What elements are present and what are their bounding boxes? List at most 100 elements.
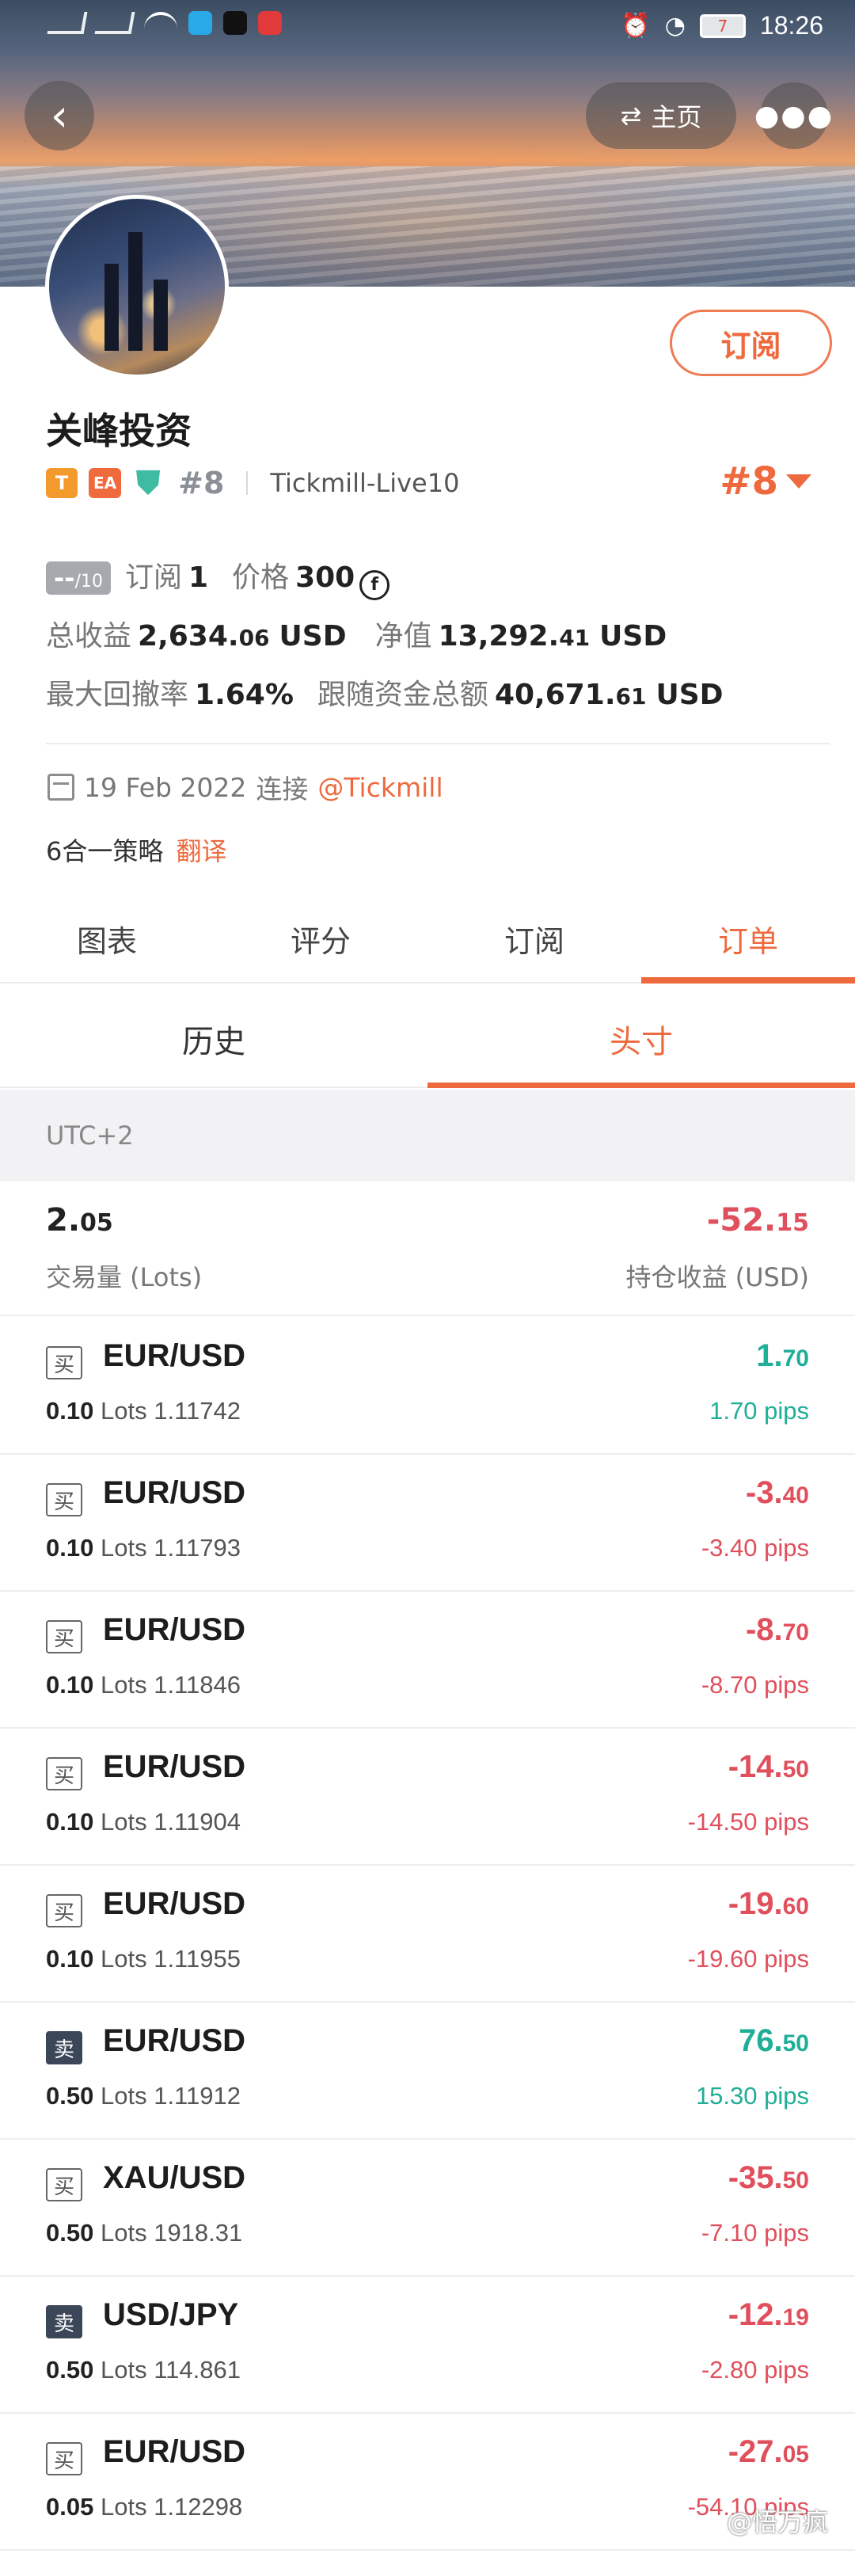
tab-subscribe[interactable]: 订阅 [428,907,641,982]
position-open-price: 1918.31 [154,2219,243,2247]
position-symbol: EUR/USD [103,1749,246,1784]
position-pnl-dec: 50 [782,1756,809,1783]
badge-ea: EA [89,468,122,498]
position-row[interactable]: 买 EUR/USD 0.10 Lots 1.11846 -8.70 -8.70 pips [0,1592,855,1729]
open-pnl-dec: 15 [776,1209,809,1237]
side-badge: 买 [46,1620,82,1653]
position-pnl: -12.19 [728,2297,809,2333]
side-badge: 卖 [46,2305,82,2338]
position-lots: 0.10 [46,1671,94,1699]
subtab-history[interactable]: 历史 [0,1003,428,1086]
avatar-building [128,232,142,351]
side-badge: 买 [46,1894,82,1927]
open-pnl-main: -52. [706,1202,777,1239]
position-detail: 0.50 Lots 114.861 [46,2356,241,2384]
rank-dropdown[interactable]: #8 [720,459,811,504]
position-lots: 0.50 [46,2219,94,2247]
app-notification-icon-2 [223,11,247,35]
back-button[interactable]: ‹ [25,81,94,150]
position-symbol: EUR/USD [103,2434,246,2469]
subs-label: 订阅 [124,561,182,594]
tab-chart[interactable]: 图表 [0,907,214,982]
signal-icon-2 [94,12,135,34]
follow-funds-unit: USD [656,679,724,711]
position-lots-unit: Lots [100,1534,147,1562]
follow-funds-value: 40,671.61 [495,679,647,711]
position-detail: 0.10 Lots 1.11955 [46,1945,241,1973]
score-value: -- [54,563,75,593]
position-lots-unit: Lots [100,2493,147,2521]
position-row[interactable]: 买 EUR/USD 0.10 Lots 1.11955 -19.60 -19.60 pi… [0,1866,855,2003]
position-row[interactable]: 买 XAU/USD 0.50 Lots 1918.31 -35.50 -7.10 pip… [0,2140,855,2277]
side-badge: 买 [46,2168,82,2201]
position-symbol: EUR/USD [103,1475,246,1510]
side-badge: 买 [46,2442,82,2475]
subscribe-button[interactable]: 订阅 [670,310,832,376]
open-pnl-label: 持仓收益 (USD) [625,1262,809,1292]
position-open-price: 1.11955 [154,1945,241,1973]
total-profit-unit: USD [279,620,347,653]
position-row[interactable]: 卖 USD/JPY 0.50 Lots 114.861 -12.19 -2.80 pip… [0,2277,855,2414]
position-row[interactable]: 买 EUR/USD 0.10 Lots 1.11742 1.70 1.70 pips [0,1318,855,1455]
position-lots-unit: Lots [100,1945,147,1973]
home-button[interactable]: ⇄ 主页 [586,82,736,149]
divider [46,743,830,744]
position-pnl-dec: 40 [782,1482,809,1509]
position-lots-unit: Lots [100,1808,147,1836]
position-lots-unit: Lots [100,1671,147,1699]
subtab-positions[interactable]: 头寸 [428,1003,855,1088]
more-button[interactable]: ●●● [754,82,832,149]
position-pips: -3.40 pips [701,1534,809,1562]
position-pips: -14.50 pips [687,1808,809,1836]
position-pnl-main: -3. [745,1475,783,1510]
app-notification-icon [188,11,212,35]
equity-dec: 41 [559,625,591,651]
avatar[interactable] [45,195,229,379]
price-label: 价格 [232,561,290,594]
tab-orders[interactable]: 订单 [641,907,855,984]
position-lots: 0.10 [46,1397,94,1425]
position-pnl: -3.40 [746,1475,809,1511]
connect-label: 连接 [256,774,309,805]
position-detail: 0.50 Lots 1918.31 [46,2219,242,2247]
position-pnl-main: -12. [728,2297,783,2332]
position-open-price: 1.11912 [154,2082,241,2110]
translate-link[interactable]: 翻译 [177,836,227,866]
position-pips: -2.80 pips [701,2356,809,2384]
position-lots-unit: Lots [100,2356,147,2384]
position-detail: 0.10 Lots 1.11793 [46,1534,241,1562]
position-pnl: -27.05 [728,2434,809,2470]
follow-funds-dec: 61 [615,683,647,710]
equity-value: 13,292.41 [439,620,591,653]
swap-arrows-icon: ⇄ [620,101,642,131]
trader-stats: --/10 订阅 1 价格 300 f 总收益 2,634.06 USD 净值 … [46,554,814,730]
side-badge: 买 [46,1483,82,1516]
position-symbol: EUR/USD [103,1612,246,1647]
position-pips: -19.60 pips [687,1945,809,1973]
equity-unit: USD [599,620,667,653]
position-pnl-main: -27. [728,2434,783,2469]
avatar-building [154,280,168,351]
broker-account: Tickmill-Live10 [270,468,460,498]
ellipsis-icon: ●●● [754,99,834,132]
badge-t: T [46,468,78,498]
position-row[interactable]: 买 EUR/USD 0.10 Lots 1.11904 -14.50 -14.50 pi… [0,1729,855,1866]
status-bar: ⏰ ◔ 7 18:26 [0,0,855,60]
subs-value: 1 [188,561,209,594]
follow-funds-label: 跟随资金总额 [317,679,488,711]
drawdown-label: 最大回撤率 [46,679,189,711]
position-row[interactable]: 买 EUR/USD 0.10 Lots 1.11793 -3.40 -3.40 pips [0,1455,855,1592]
caret-down-icon [786,474,811,489]
tab-rating[interactable]: 评分 [214,907,428,982]
alarm-icon: ⏰ [621,12,651,40]
broker-link[interactable]: @Tickmill [317,772,443,803]
side-badge: 买 [46,1757,82,1790]
battery-icon: 7 [699,13,746,38]
position-pnl-dec: 70 [782,1345,809,1372]
position-open-price: 114.861 [154,2356,241,2384]
position-lots: 0.10 [46,1808,94,1836]
volume-main: 2. [46,1202,81,1239]
position-detail: 0.10 Lots 1.11742 [46,1397,241,1425]
position-row[interactable]: 卖 EUR/USD 0.50 Lots 1.11912 76.50 15.30 pips [0,2003,855,2140]
price-value: 300 [295,561,355,594]
